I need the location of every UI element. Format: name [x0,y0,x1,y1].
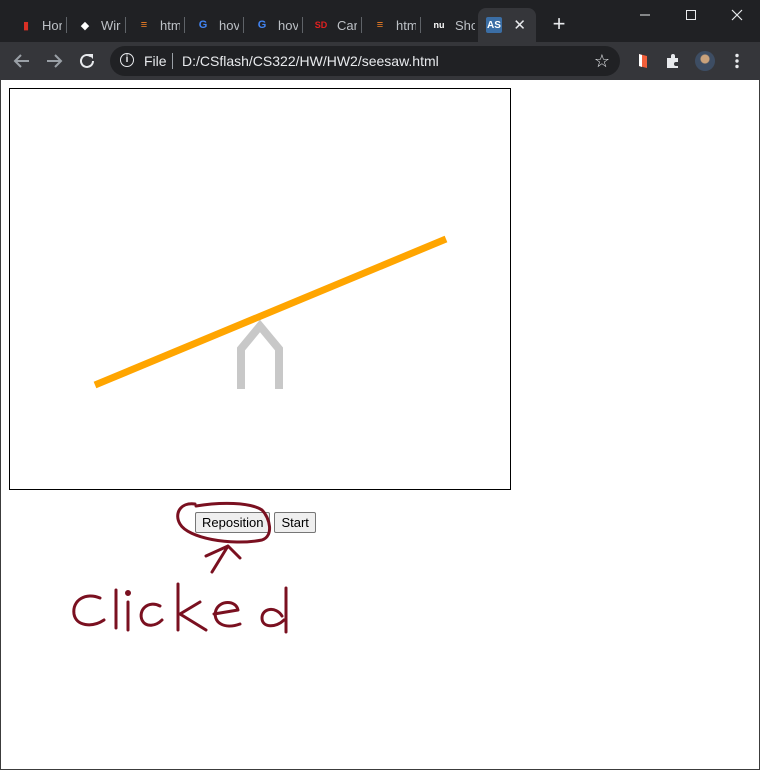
extension-flag-icon[interactable] [633,51,653,71]
tab-title: htm [160,17,180,33]
tab-title: Wir [101,17,121,33]
start-button[interactable]: Start [274,512,316,533]
tab-title: hov [278,17,298,33]
control-buttons: Reposition Start [195,512,316,533]
tab-strip: ▮ Hor ◆ Wir ≡ htm Ghov Ghov SD Car ≡ htm nu Sho AS ✕ … [0,0,760,42]
url-text[interactable]: D:/CSflash/CS322/HW/HW2/seesaw.html [182,53,439,69]
annotation-clicked-word [72,582,288,634]
tab-5[interactable]: Ghov [244,8,303,42]
reload-icon [80,53,94,68]
arrow-right-icon [47,54,63,68]
tab-3[interactable]: ≡ htm [126,8,185,42]
tab-title: Sho [455,17,475,33]
tab-title: htm [396,17,416,33]
browser-toolbar: i File D:/CSflash/CS322/HW/HW2/seesaw.ht… [0,42,760,80]
nu-icon: nu [433,20,445,30]
seesaw-drawing [93,235,448,389]
tab-title: hov [219,17,239,33]
new-tab-button[interactable]: + [548,13,570,35]
address-bar[interactable]: i File D:/CSflash/CS322/HW/HW2/seesaw.ht… [110,46,620,76]
bookmark-star-icon[interactable]: ☆ [594,51,610,72]
info-icon[interactable]: i [120,53,134,67]
close-window-button[interactable] [714,0,760,30]
stackoverflow-icon: ≡ [140,19,148,31]
window-border [0,80,1,770]
puzzle-icon [667,54,678,68]
graduation-cap-icon: ◆ [80,19,90,32]
as-icon: AS [486,17,502,33]
tab-active[interactable]: AS ✕ [478,8,536,42]
tab-8[interactable]: nu Sho [421,8,480,42]
tab-title: Hor [42,17,62,33]
annotation-arrow [204,544,242,574]
address-divider [172,53,173,69]
reposition-button[interactable]: Reposition [195,512,271,533]
tab-6[interactable]: SD Car [303,8,362,42]
tab-title: Car [337,17,357,33]
seesaw-canvas[interactable] [9,88,511,490]
close-icon [731,9,743,21]
minimize-button[interactable] [622,0,668,30]
maximize-button[interactable] [668,0,714,30]
handwritten-annotation [72,501,288,634]
fulcrum [237,319,283,389]
google-icon: G [198,19,208,31]
flag-icon [639,54,647,68]
url-scheme-label: File [144,53,167,69]
reload-button[interactable] [77,51,97,71]
tab-4[interactable]: Ghov [185,8,244,42]
forward-button[interactable] [44,51,64,71]
profile-avatar[interactable] [695,51,715,71]
kebab-menu-icon [735,53,739,69]
tab-1[interactable]: ▮ Hor [8,8,67,42]
pdf-icon: ▮ [22,19,30,32]
close-tab-icon[interactable]: ✕ [513,16,526,34]
extensions-button[interactable] [663,51,683,71]
tab-7[interactable]: ≡ htm [362,8,421,42]
seesaw-plank [93,235,448,389]
arrow-left-icon [13,54,29,68]
sd-icon: SD [314,20,328,30]
maximize-icon [686,10,696,20]
back-button[interactable] [12,51,32,71]
tab-2[interactable]: ◆ Wir [67,8,126,42]
minimize-icon [640,14,650,16]
stackoverflow-icon: ≡ [376,19,384,31]
menu-button[interactable] [727,51,747,71]
google-icon: G [257,19,267,31]
